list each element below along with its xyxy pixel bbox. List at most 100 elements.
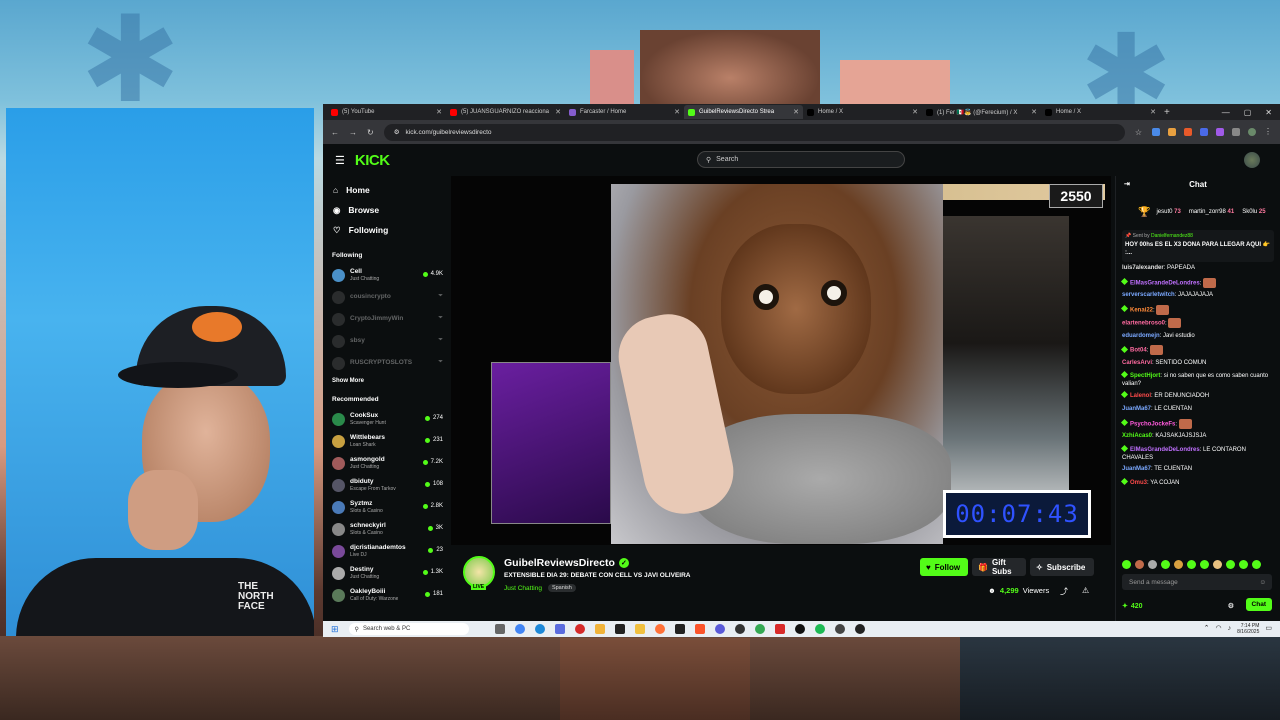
bookmark-star-icon[interactable]: ☆ bbox=[1135, 128, 1142, 137]
menu-dots-icon[interactable]: ⋮ bbox=[1264, 128, 1272, 136]
tab-close-icon[interactable]: ✕ bbox=[436, 108, 442, 116]
reload-icon[interactable]: ↻ bbox=[367, 128, 374, 137]
user-avatar[interactable] bbox=[1244, 152, 1260, 168]
chat-username[interactable]: serverscarletwitch bbox=[1122, 292, 1175, 298]
browser-tab[interactable]: (5) YouTube ✕ bbox=[327, 105, 446, 119]
nav-item-home[interactable]: ⌂ Home bbox=[323, 180, 447, 200]
url-field[interactable]: ⚙ kick.com/guibelreviewsdirecto bbox=[383, 123, 1125, 141]
extension-icon[interactable] bbox=[1216, 128, 1224, 136]
leaderboard-entry[interactable]: martin_zorr98 41 bbox=[1189, 209, 1234, 215]
app-icon[interactable] bbox=[794, 624, 805, 634]
sidebar-channel[interactable]: cousincrypto ⏷ bbox=[323, 286, 447, 308]
chat-username[interactable]: JuanMa67 bbox=[1122, 466, 1151, 472]
emote-icon[interactable] bbox=[1135, 560, 1144, 569]
tab-close-icon[interactable]: ✕ bbox=[674, 108, 680, 116]
tab-close-icon[interactable]: ✕ bbox=[1031, 108, 1037, 116]
chat-username[interactable]: XzhiAcas0 bbox=[1122, 433, 1152, 439]
kick-logo[interactable]: KICK bbox=[355, 152, 390, 169]
extension-icon[interactable] bbox=[1152, 128, 1160, 136]
sidebar-channel[interactable]: OakleyBoiii Call of Duty: Warzone 181 bbox=[323, 584, 447, 606]
chat-username[interactable]: JuanMa67 bbox=[1122, 406, 1151, 412]
task-view-icon[interactable] bbox=[494, 624, 505, 634]
sidebar-channel[interactable]: RUSCRYPTOSLOTS ⏷ bbox=[323, 352, 447, 374]
chat-username[interactable]: ElMasGrandeDeLondres bbox=[1130, 447, 1200, 453]
emote-icon[interactable] bbox=[1252, 560, 1261, 569]
sidebar-channel[interactable]: CookSux Scavenger Hunt 274 bbox=[323, 408, 447, 430]
file-explorer-icon[interactable] bbox=[594, 624, 605, 634]
tab-close-icon[interactable]: ✕ bbox=[912, 108, 918, 116]
sidebar-channel[interactable]: djcristianademtos Live DJ 23 bbox=[323, 540, 447, 562]
subscribe-button[interactable]: ✧ Subscribe bbox=[1030, 558, 1094, 576]
store-icon[interactable] bbox=[554, 624, 565, 634]
points-icon[interactable]: ✦ bbox=[1122, 602, 1128, 610]
leaderboard-entry[interactable]: jesut0 73 bbox=[1156, 209, 1180, 215]
windows-start-icon[interactable]: ⊞ bbox=[331, 624, 339, 635]
sidebar-channel[interactable]: CryptoJimmyWin ⏷ bbox=[323, 308, 447, 330]
folder-icon[interactable] bbox=[634, 624, 645, 634]
browser-tab[interactable]: Home / X ✕ bbox=[1041, 105, 1160, 119]
forward-icon[interactable]: → bbox=[349, 128, 357, 137]
video-player[interactable]: 2550 00:07:43 bbox=[451, 176, 1111, 545]
sidebar-channel[interactable]: Destiny Just Chatting 1.3K bbox=[323, 562, 447, 584]
search-input[interactable]: ⚲ Search bbox=[697, 151, 905, 168]
minimize-icon[interactable]: — bbox=[1222, 108, 1230, 117]
report-icon[interactable]: ⚠ bbox=[1082, 586, 1089, 597]
follow-button[interactable]: ♥ Follow bbox=[920, 558, 968, 576]
chat-username[interactable]: luis7alexander bbox=[1122, 265, 1164, 271]
close-icon[interactable]: ✕ bbox=[1265, 108, 1272, 117]
emote-icon[interactable] bbox=[1122, 560, 1131, 569]
nav-item-following[interactable]: ♡ Following bbox=[323, 220, 447, 240]
sidebar-channel[interactable]: Syztmz Slots & Casino 2.8K bbox=[323, 496, 447, 518]
nav-item-browse[interactable]: ◉ Browse bbox=[323, 200, 447, 220]
spotify-icon[interactable] bbox=[814, 624, 825, 634]
category-link[interactable]: Just Chatting bbox=[504, 585, 542, 592]
chat-username[interactable]: ElMasGrandeDeLondres bbox=[1130, 280, 1200, 286]
chat-username[interactable]: Omu3 bbox=[1130, 480, 1147, 486]
share-icon[interactable]: ⤴ bbox=[1060, 586, 1068, 597]
tab-close-icon[interactable]: ✕ bbox=[555, 108, 561, 116]
tab-close-icon[interactable]: ✕ bbox=[793, 108, 799, 116]
chat-username[interactable]: eduardomejn bbox=[1122, 333, 1160, 339]
chat-username[interactable]: SpectHjort bbox=[1130, 373, 1160, 379]
sidebar-channel[interactable]: Cell Just Chatting 4.9K bbox=[323, 264, 447, 286]
sidebar-channel[interactable]: Wittlebears Loan Shark 231 bbox=[323, 430, 447, 452]
chrome-icon[interactable] bbox=[754, 624, 765, 634]
browser-tab[interactable]: Home / X ✕ bbox=[803, 105, 922, 119]
chat-username[interactable]: Kenai22 bbox=[1130, 307, 1153, 313]
app-icon[interactable] bbox=[834, 624, 845, 634]
browser-tab[interactable]: Farcaster / Home ✕ bbox=[565, 105, 684, 119]
maximize-icon[interactable]: ▢ bbox=[1244, 108, 1252, 117]
show-more-button[interactable]: Show More bbox=[323, 378, 447, 394]
wifi-icon[interactable]: ◠ bbox=[1216, 625, 1222, 632]
channel-name[interactable]: GuibelReviewsDirecto bbox=[504, 557, 615, 569]
tray-chevron-icon[interactable]: ⌃ bbox=[1204, 625, 1210, 632]
chat-username[interactable]: Bot04 bbox=[1130, 348, 1147, 354]
sidebar-channel[interactable]: sbsy ⏷ bbox=[323, 330, 447, 352]
emoji-icon[interactable]: ☺ bbox=[1259, 579, 1266, 586]
chat-username[interactable]: Lalenol bbox=[1130, 393, 1151, 399]
obs-icon[interactable] bbox=[734, 624, 745, 634]
edge-icon[interactable] bbox=[534, 624, 545, 634]
sidebar-channel[interactable]: asmongold Just Chatting 7.2K bbox=[323, 452, 447, 474]
chat-input[interactable]: Send a message ☺ bbox=[1122, 574, 1272, 590]
browser-tab[interactable]: (1) Fer 🇲🇽👼 (@Ferecium) / X ✕ bbox=[922, 105, 1041, 119]
gift-subs-button[interactable]: 🎁 Gift Subs bbox=[972, 558, 1026, 576]
volume-icon[interactable]: ♪ bbox=[1228, 625, 1232, 632]
pinned-user[interactable]: Danielfernandez88 bbox=[1151, 233, 1193, 239]
emote-icon[interactable] bbox=[1200, 560, 1209, 569]
extension-icon[interactable] bbox=[1168, 128, 1176, 136]
firefox-icon[interactable] bbox=[654, 624, 665, 634]
chat-username[interactable]: PsychoJockeFs bbox=[1130, 421, 1175, 427]
emote-icon[interactable] bbox=[1239, 560, 1248, 569]
terminal-icon[interactable] bbox=[674, 624, 685, 634]
notification-icon[interactable]: ▭ bbox=[1265, 625, 1272, 632]
extension-icon[interactable] bbox=[1184, 128, 1192, 136]
chrome-icon[interactable] bbox=[514, 624, 525, 634]
app-icon[interactable] bbox=[774, 624, 785, 634]
emote-icon[interactable] bbox=[1187, 560, 1196, 569]
chat-username[interactable]: CarlesArvi bbox=[1122, 360, 1152, 366]
emote-icon[interactable] bbox=[1226, 560, 1235, 569]
sidebar-channel[interactable]: schneckyirl Slots & Casino 3K bbox=[323, 518, 447, 540]
site-info-icon[interactable]: ⚙ bbox=[394, 128, 400, 136]
hamburger-menu-icon[interactable]: ☰ bbox=[335, 154, 345, 167]
